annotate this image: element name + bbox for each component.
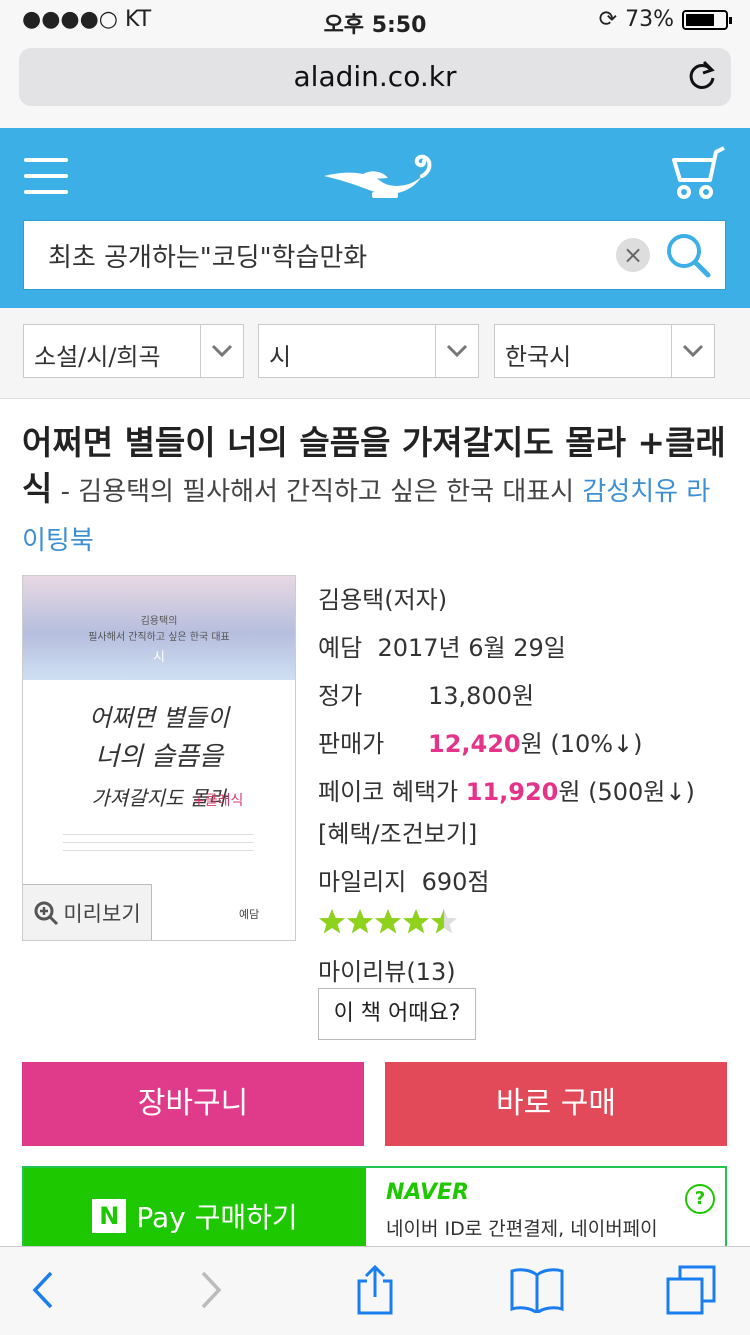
category-select-value: 시 [269,343,292,371]
browser-bar: aladin.co.kr [0,40,750,128]
mileage-row: 마일리지 690점 [318,862,489,897]
list-price-label: 정가 [318,682,363,710]
search-input[interactable]: 최초 공개하는"코딩"학습만화 [48,237,367,274]
search-box: 최초 공개하는"코딩"학습만화 × [23,220,726,290]
chevron-down-icon [435,325,478,377]
add-to-cart-button[interactable]: 장바구니 [22,1062,364,1146]
list-price-row: 정가 13,800원 [318,676,534,711]
category-select-1[interactable]: 소설/시/희곡 [23,324,244,378]
star-icon [403,909,429,934]
genie-lamp-logo-icon[interactable] [318,142,438,206]
cover-publisher-mark: 예담 [239,908,260,921]
status-right: ⟳ 73% [598,7,732,32]
category-bar: 소설/시/희곡 시 한국시 [0,308,750,399]
address-bar[interactable]: aladin.co.kr [19,48,731,106]
cover-line [63,842,253,843]
sale-price-suffix: 원 (10%↓) [520,730,643,758]
publish-date: 2017년 6월 29일 [377,634,566,662]
sale-price-label: 판매가 [318,730,385,758]
cart-icon[interactable] [668,146,728,206]
battery-percent: 73% [625,7,674,32]
browser-toolbar [0,1246,750,1335]
sale-price: 12,420 [428,730,521,758]
sale-price-row: 판매가 12,420원 (10%↓) [318,724,643,759]
cover-hand-line-2: 너의 슬픔을 [95,742,223,772]
cover-line [63,834,253,835]
cover-subtitle-line: 필사해서 간직하고 싶은 한국 대표 [88,632,230,643]
benefit-link[interactable]: [혜택/조건보기] [318,814,477,849]
cover-hand-line-3: 가져갈지도 몰라 [91,786,227,810]
menu-icon[interactable] [24,158,68,194]
cover-author-line: 김용택의 [140,616,178,627]
mileage-label: 마일리지 [318,868,407,896]
category-select-3[interactable]: 한국시 [494,324,715,378]
tabs-icon[interactable] [666,1265,716,1315]
zoom-in-icon [34,901,59,926]
back-icon[interactable] [18,1265,68,1315]
search-icon[interactable] [664,231,712,283]
forward-icon[interactable] [186,1265,236,1315]
clear-search-icon[interactable]: × [616,238,650,272]
reload-icon[interactable] [687,58,717,100]
payco-label: 페이코 혜택가 [318,778,459,806]
payco-price-row: 페이코 혜택가 11,920원 (500원↓) [318,772,695,807]
chevron-down-icon [200,325,243,377]
payco-suffix: 원 (500원↓) [558,778,695,806]
status-bar: ●●●●○ KT 오후 5:50 ⟳ 73% [0,0,750,40]
share-icon[interactable] [350,1265,400,1315]
lock-rotation-icon: ⟳ [598,7,618,32]
preview-button[interactable]: 미리보기 [23,884,152,940]
battery-icon [682,9,732,30]
payco-price: 11,920 [465,778,559,806]
star-icon [375,909,401,934]
list-price: 13,800원 [428,682,535,710]
cover-line [63,850,253,851]
rating-stars [318,908,458,936]
naver-pay-description: 네이버 ID로 간편결제, 네이버페이 [386,1218,658,1240]
bookmarks-icon[interactable] [510,1265,564,1315]
category-select-value: 소설/시/희곡 [34,343,161,371]
book-cover[interactable]: 김용택의 필사해서 간직하고 싶은 한국 대표 시 어쩌면 별들이 너의 슬픔을… [22,575,296,941]
cover-accent: +클래식 [193,793,244,809]
review-count-link[interactable]: 마이리뷰(13) [318,952,456,987]
preview-label: 미리보기 [63,902,141,926]
url-text: aladin.co.kr [293,60,457,93]
help-icon[interactable]: ? [685,1184,715,1214]
site-header: 최초 공개하는"코딩"학습만화 × [0,128,750,308]
category-select-2[interactable]: 시 [258,324,479,378]
star-icon [347,909,373,934]
book-subtitle: - 김용택의 필사해서 간직하고 싶은 한국 대표시 [52,477,583,507]
star-icon [431,909,457,934]
publish-info: 예담 2017년 6월 29일 [318,628,566,663]
cover-genre: 시 [153,650,165,665]
mileage-value: 690점 [421,868,490,896]
publisher-link[interactable]: 예담 [318,634,362,662]
star-icon [319,909,345,934]
naver-pay-label: Pay 구매하기 [136,1201,298,1234]
category-select-value: 한국시 [505,343,572,371]
naver-n-icon: N [92,1199,127,1233]
author-link[interactable]: 김용택(저자) [318,580,447,615]
naver-logo: NAVER [386,1180,469,1205]
review-button[interactable]: 이 책 어때요? [318,988,476,1040]
cover-hand-line-1: 어쩌면 별들이 [88,704,230,732]
buy-now-button[interactable]: 바로 구매 [385,1062,727,1146]
chevron-down-icon [671,325,714,377]
book-title-block: 어쩌면 별들이 너의 슬픔을 가져갈지도 몰라 +클래식 - 김용택의 필사해서… [22,420,732,564]
